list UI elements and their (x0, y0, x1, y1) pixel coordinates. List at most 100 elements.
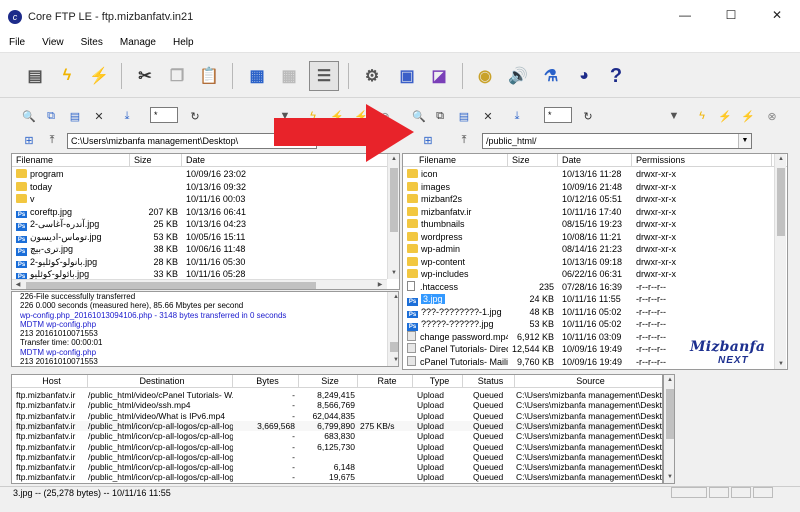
remote-col-size[interactable]: Size (508, 154, 558, 167)
queue-vscroll[interactable]: ▲ ▼ (663, 374, 675, 484)
menu-sites[interactable]: Sites (72, 37, 111, 48)
menu-file[interactable]: File (0, 37, 33, 48)
close-button[interactable]: ✕ (754, 0, 800, 30)
remote-file-row[interactable]: wp-content 10/13/16 09:18 drwxr-xr-x (403, 256, 787, 269)
minimize-button[interactable]: — (662, 0, 708, 30)
queue-row[interactable]: ftp.mizbanfatv.ir/public_html/icon/cp-al… (12, 420, 662, 432)
remote-col-date[interactable]: Date (558, 154, 632, 167)
connections-icon[interactable]: ⚗ (536, 61, 566, 91)
local-col-date[interactable]: Date (182, 154, 391, 167)
remote-drive-icon[interactable]: ▼ (666, 108, 682, 124)
remote-path-select[interactable]: /public_html/ (482, 133, 752, 149)
local-connect-icon[interactable]: ϟ (305, 108, 321, 124)
queue-row[interactable]: ftp.mizbanfatv.ir/public_html/icon/cp-al… (12, 431, 662, 441)
queue-col-host[interactable]: Host (12, 375, 88, 388)
local-transfer-icon[interactable]: ⤓ (119, 108, 135, 124)
remote-file-row[interactable]: .htaccess 235 07/28/16 16:39 -r--r--r-- (403, 280, 787, 294)
remote-copy-icon[interactable]: ⧉ (432, 108, 448, 124)
about-icon[interactable]: ◕ (569, 61, 599, 91)
view-icons-icon[interactable]: ☰ (309, 61, 339, 91)
local-file-row[interactable]: Ps آندره-آغاسی-2.jpg 25 KB 10/13/16 04:23 (12, 218, 399, 231)
maximize-button[interactable]: ☐ (708, 0, 754, 30)
queue-col-size[interactable]: Size (299, 375, 358, 388)
paste-icon[interactable]: 📋 (194, 61, 224, 91)
queue-row[interactable]: ftp.mizbanfatv.ir/public_html/icon/cp-al… (12, 452, 662, 462)
remote-file-row[interactable]: mizbanf2s 10/12/16 05:51 drwxr-xr-x (403, 193, 787, 206)
remote-disconnect-icon[interactable]: ⚡ (740, 108, 756, 124)
local-new-folder-icon[interactable]: ▤ (67, 108, 83, 124)
menu-manage[interactable]: Manage (111, 37, 164, 48)
local-file-row[interactable]: program 10/09/16 23:02 (12, 168, 399, 181)
transfer-queue-icon[interactable]: ▣ (392, 61, 422, 91)
remote-filter-input[interactable]: * (544, 107, 572, 123)
remote-close-icon[interactable]: ⊗ (764, 108, 780, 124)
remote-new-folder-icon[interactable]: ▤ (456, 108, 472, 124)
remote-file-row[interactable]: thumbnails 08/15/16 19:23 drwxr-xr-x (403, 218, 787, 231)
local-col-filename[interactable]: Filename (12, 154, 130, 167)
local-search-icon[interactable]: 🔍 (21, 108, 37, 124)
remote-plug-icon[interactable]: ⚡ (717, 108, 733, 124)
remote-connect-icon[interactable]: ϟ (694, 108, 710, 124)
remote-vscroll[interactable]: ▲ ▼ (774, 154, 786, 369)
log-vscroll[interactable]: ▲ ▼ (387, 292, 398, 366)
sound-icon[interactable]: 🔊 (503, 61, 533, 91)
remote-file-row[interactable]: Ps ?????-??????.jpg 53 KB 10/11/16 05:02 -r-… (403, 318, 787, 331)
local-file-row[interactable]: Ps تری-بیچ.jpg 38 KB 10/06/16 11:48 (12, 243, 399, 256)
remote-delete-icon[interactable]: ✕ (480, 108, 496, 124)
disconnect-icon[interactable]: ⚡ (84, 61, 114, 91)
file-viewer-icon[interactable]: ◪ (424, 61, 454, 91)
local-refresh-icon[interactable]: ↻ (187, 108, 203, 124)
help-icon[interactable]: ? (601, 61, 631, 91)
local-file-row[interactable]: Ps بانولو-کوئلیو-2.jpg 28 KB 10/11/16 05:30 (12, 256, 399, 268)
remote-file-row[interactable]: Ps 3.jpg 24 KB 10/11/16 11:55 -r--r--r-- (403, 293, 787, 306)
settings-gear-icon[interactable]: ⚙ (357, 61, 387, 91)
queue-col-status[interactable]: Status (463, 375, 515, 388)
local-plug-icon[interactable]: ⚡ (329, 108, 345, 124)
remote-transfer-icon[interactable]: ⤓ (509, 108, 525, 124)
view-details-icon[interactable]: ▦ (274, 61, 304, 91)
remote-col-filename[interactable]: Filename (403, 154, 508, 167)
local-path-input[interactable]: C:\Users\mizbanfa management\Desktop\ (67, 133, 317, 149)
remote-tree-icon[interactable]: ⊞ (420, 132, 436, 148)
local-delete-icon[interactable]: ✕ (91, 108, 107, 124)
local-file-row[interactable]: Ps coreftp.jpg 207 KB 10/13/16 06:41 (12, 206, 399, 218)
local-file-row[interactable]: today 10/13/16 09:32 (12, 181, 399, 194)
queue-row[interactable]: ftp.mizbanfatv.ir/public_html/icon/cp-al… (12, 472, 662, 482)
local-col-size[interactable]: Size (130, 154, 182, 167)
local-file-row[interactable]: v 10/11/16 00:03 (12, 193, 399, 206)
remote-file-row[interactable]: wp-admin 08/14/16 21:23 drwxr-xr-x (403, 243, 787, 256)
remote-path-dropdown-icon[interactable]: ▼ (738, 133, 752, 149)
menu-help[interactable]: Help (164, 37, 202, 48)
local-filter-input[interactable]: * (150, 107, 178, 123)
local-hscroll[interactable]: ◀ ▶ (12, 279, 387, 289)
queue-col-destination[interactable]: Destination (88, 375, 233, 388)
remote-file-row[interactable]: wp-includes 06/22/16 06:31 drwxr-xr-x (403, 268, 787, 281)
remote-file-row[interactable]: icon 10/13/16 11:28 drwxr-xr-x (403, 168, 787, 181)
queue-col-source[interactable]: Source (515, 375, 662, 388)
local-tree-icon[interactable]: ⊞ (21, 132, 37, 148)
queue-row[interactable]: ftp.mizbanfatv.ir/public_html/video/cPan… (12, 390, 662, 400)
site-manager-icon[interactable]: ▤ (20, 61, 50, 91)
remote-file-row[interactable]: images 10/09/16 21:48 drwxr-xr-x (403, 181, 787, 194)
quick-connect-icon[interactable]: ϟ (52, 61, 82, 91)
local-close-icon[interactable]: ⊗ (377, 108, 393, 124)
queue-row[interactable]: ftp.mizbanfatv.ir/public_html/video/ssh.… (12, 400, 662, 410)
remote-file-row[interactable]: wordpress 10/08/16 11:21 drwxr-xr-x (403, 231, 787, 244)
remote-col-permissions[interactable]: Permissions (632, 154, 772, 167)
menu-view[interactable]: View (33, 37, 72, 48)
local-file-row[interactable]: Ps توماس-ادیسون.jpg 53 KB 10/05/16 15:11 (12, 231, 399, 243)
local-drive-icon[interactable]: ▼ (277, 108, 293, 124)
remote-search-icon[interactable]: 🔍 (411, 108, 427, 124)
copy-icon[interactable]: ❐ (162, 61, 192, 91)
queue-row[interactable]: ftp.mizbanfatv.ir/public_html/icon/cp-al… (12, 442, 662, 452)
queue-row[interactable]: ftp.mizbanfatv.ir/public_html/video/What… (12, 411, 662, 421)
queue-col-type[interactable]: Type (413, 375, 463, 388)
queue-row[interactable]: ftp.mizbanfatv.ir/public_html/icon/cp-al… (12, 462, 662, 472)
queue-col-rate[interactable]: Rate (358, 375, 413, 388)
local-up-folder-icon[interactable]: ⤒ (44, 132, 60, 148)
remote-refresh-icon[interactable]: ↻ (580, 108, 596, 124)
remote-up-folder-icon[interactable]: ⤒ (456, 132, 472, 148)
cut-icon[interactable]: ✂ (130, 61, 160, 91)
local-copy-icon[interactable]: ⧉ (43, 108, 59, 124)
queue-col-bytes[interactable]: Bytes (233, 375, 299, 388)
